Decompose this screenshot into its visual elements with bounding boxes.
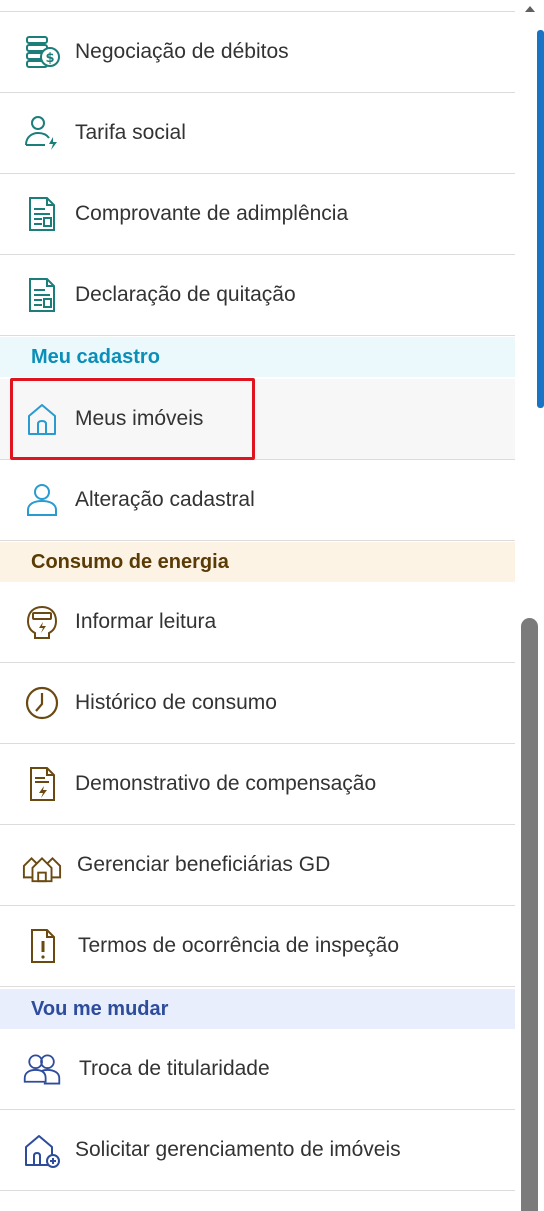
scrollbar-thumb[interactable] [521,618,538,1211]
scroll-up-arrow-icon[interactable] [523,2,537,16]
menu-item-label: Informar leitura [75,610,217,633]
menu-item-alteracao-cadastral[interactable]: Alteração cadastral [0,460,515,541]
clock-icon [22,683,62,723]
menu-item-label: Solicitar gerenciamento de imóveis [75,1138,401,1161]
user-icon [22,480,62,520]
menu-item-meus-imoveis[interactable]: Meus imóveis [0,379,515,460]
house-add-icon [22,1130,62,1170]
menu-item-declaracao-quitacao[interactable]: Declaração de quitação [0,255,515,336]
menu-item-historico-consumo[interactable]: Histórico de consumo [0,663,515,744]
menu-item-termos-ocorrencia[interactable]: Termos de ocorrência de inspeção [0,906,515,987]
menu-item-label: Declaração de quitação [75,283,296,306]
houses-icon [22,845,62,885]
document-icon [22,194,62,234]
menu-item-solicitar-gerenciamento[interactable]: Solicitar gerenciamento de imóveis [0,1110,515,1191]
energy-document-icon [22,764,62,804]
page-scroll-indicator [537,30,544,408]
menu-item-label: Meus imóveis [75,407,204,430]
document-icon [22,275,62,315]
menu-item-label: Termos de ocorrência de inspeção [78,934,400,957]
section-vou-me-mudar: Vou me mudar [0,989,515,1029]
menu-item-label: Histórico de consumo [75,691,277,714]
money-stack-icon: $ [22,32,62,72]
menu-item-label: Demonstrativo de compensação [75,772,377,795]
menu-item-label: Gerenciar beneficiárias GD [77,853,331,876]
section-meu-cadastro: Meu cadastro [0,337,515,377]
menu-item-comprovante-adimplencia[interactable]: Comprovante de adimplência [0,174,515,255]
alert-document-icon [22,926,62,966]
menu-item-label: Alteração cadastral [75,488,255,511]
house-icon [22,399,62,439]
menu-item-demonstrativo-compensacao[interactable]: Demonstrativo de compensação [0,744,515,825]
menu-item-troca-titularidade[interactable]: Troca de titularidade [0,1029,515,1110]
menu-item-label: Comprovante de adimplência [75,202,349,225]
menu-item-label: Tarifa social [75,121,186,144]
meter-icon [22,602,62,642]
menu-item-label: Negociação de débitos [75,40,289,63]
side-menu: $ Negociação de débitos Tarifa social Co… [0,0,515,1211]
user-energy-icon [22,113,62,153]
menu-item-informar-leitura[interactable]: Informar leitura [0,582,515,663]
top-divider [0,0,515,12]
section-consumo-energia: Consumo de energia [0,542,515,582]
users-icon [22,1049,62,1089]
menu-item-tarifa-social[interactable]: Tarifa social [0,93,515,174]
svg-text:$: $ [45,51,54,66]
menu-item-label: Troca de titularidade [79,1057,270,1080]
menu-item-gerenciar-beneficiarias[interactable]: Gerenciar beneficiárias GD [0,825,515,906]
menu-item-negociacao-debitos[interactable]: $ Negociação de débitos [0,12,515,93]
